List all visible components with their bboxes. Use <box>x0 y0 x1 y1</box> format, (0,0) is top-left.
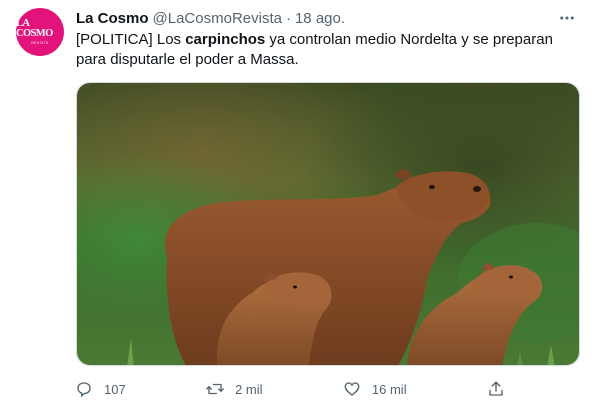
tweet-actions: 107 2 mil 16 mil <box>70 375 510 403</box>
share-button[interactable] <box>482 375 510 403</box>
avatar-logo-text: LA COSMO <box>16 18 53 39</box>
retweet-icon <box>201 375 229 403</box>
account-handle[interactable]: @LaCosmoRevista <box>153 10 282 27</box>
reply-button[interactable]: 107 <box>70 375 126 403</box>
reply-count: 107 <box>104 381 126 397</box>
retweet-button[interactable]: 2 mil <box>201 375 263 403</box>
avatar[interactable]: LA COSMO REVISTA <box>16 8 64 56</box>
tweet-time[interactable]: 18 ago. <box>295 10 345 27</box>
like-count: 16 mil <box>371 381 407 397</box>
retweet-count: 2 mil <box>235 381 263 397</box>
heart-icon <box>338 375 366 403</box>
account-name[interactable]: La Cosmo <box>76 10 149 27</box>
capybara-photo <box>77 83 579 365</box>
more-dots-icon <box>560 16 574 20</box>
tweet-header: La Cosmo @LaCosmoRevista · 18 ago. <box>76 8 581 28</box>
tweet: LA COSMO REVISTA La Cosmo @LaCosmoRevist… <box>0 0 597 408</box>
share-icon <box>482 375 510 403</box>
reply-icon <box>70 375 98 403</box>
separator-dot: · <box>285 9 291 27</box>
like-button[interactable]: 16 mil <box>338 375 407 403</box>
tweet-photo[interactable] <box>76 82 580 366</box>
tweet-text-bold: carpinchos <box>185 31 266 48</box>
avatar-logo-subtext: REVISTA <box>31 41 49 45</box>
more-options-button[interactable] <box>553 4 581 32</box>
tweet-text: [POLITICA] Los carpinchos ya controlan m… <box>76 30 586 70</box>
tweet-text-prefix: [POLITICA] Los <box>76 31 186 48</box>
